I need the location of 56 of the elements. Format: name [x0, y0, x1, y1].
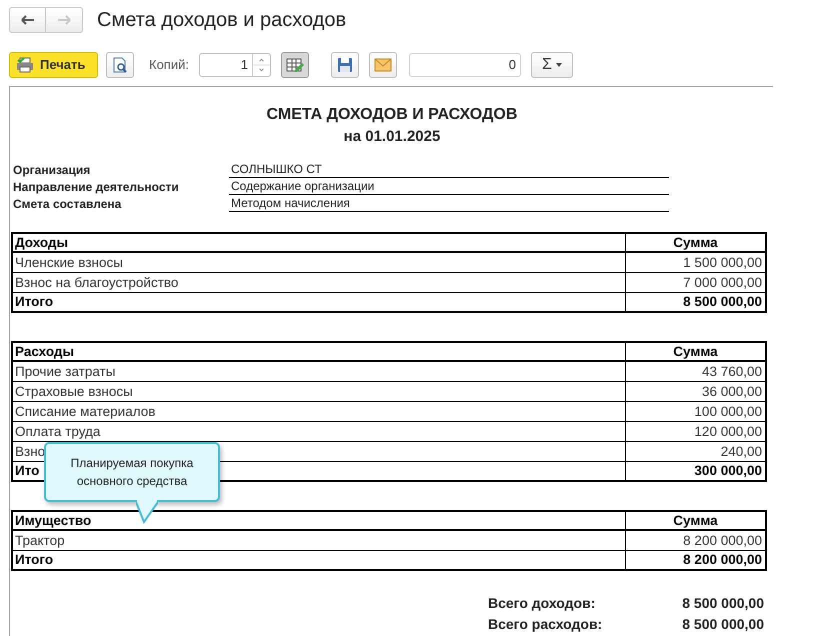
table-cell-text: 43 760,00	[700, 363, 763, 381]
column-header: Расходы	[13, 343, 626, 360]
total-label: Итого	[13, 551, 626, 569]
field-value: Методом начисления	[229, 196, 669, 212]
field-label: Направление деятельности	[12, 179, 180, 195]
table-cell: Страховые взносы	[13, 382, 626, 401]
table-pencil-icon	[286, 57, 304, 73]
total-amount: 8 500 000,00	[682, 293, 763, 311]
back-button[interactable]	[9, 7, 46, 33]
table-cell-text: 100 000,00	[693, 403, 763, 421]
field-label: Смета составлена	[12, 196, 122, 212]
summary-label: Всего доходов:	[488, 594, 596, 609]
email-button[interactable]	[368, 52, 397, 78]
summary-amount: 8 500 000,00	[681, 594, 764, 609]
table-cell: Взнос на благоустройство	[13, 273, 626, 292]
total-amount: 300 000,00	[693, 462, 763, 480]
column-header: Сумма	[672, 512, 719, 529]
sum-field[interactable]: 0	[408, 53, 521, 77]
table-cell: Членские взносы	[13, 253, 626, 272]
column-header: Доходы	[13, 234, 626, 251]
copies-label: Копий:	[149, 56, 189, 74]
table-cell: Прочие затраты	[13, 362, 626, 381]
caret-icon	[556, 63, 562, 67]
total-amount: 8 200 000,00	[682, 551, 763, 569]
table-cell: Списание материалов	[13, 402, 626, 421]
total-label: Итого	[13, 293, 626, 311]
envelope-icon	[374, 58, 392, 72]
table-cell-text: 8 200 000,00	[682, 532, 763, 550]
summary-amount: 8 500 000,00	[681, 615, 764, 630]
tooltip-tail	[136, 500, 158, 524]
copies-spin-field[interactable]: 1	[198, 53, 271, 77]
table-cell: Трактор	[13, 531, 626, 550]
window-title: Смета доходов и расходов	[97, 8, 346, 33]
table-cell-text: 1 500 000,00	[682, 254, 763, 272]
preview-button[interactable]	[106, 52, 134, 78]
report-date: на 01.01.2025	[344, 127, 440, 147]
print-button[interactable]: Печать	[9, 52, 98, 78]
page-magnifier-icon	[112, 57, 128, 73]
left-arrow-icon	[20, 15, 34, 25]
right-arrow-icon	[57, 15, 71, 25]
column-header: Сумма	[672, 234, 719, 251]
field-label: Организация	[12, 162, 92, 178]
table-cell-text: 240,00	[720, 443, 763, 461]
table-cell-text: 7 000 000,00	[682, 274, 763, 292]
edit-table-button[interactable]	[280, 52, 309, 78]
report-title: СМЕТА ДОХОДОВ И РАСХОДОВ	[266, 105, 518, 125]
table-cell-text: 36 000,00	[700, 383, 763, 401]
table-cell-text: 120 000,00	[693, 423, 763, 441]
printer-icon	[16, 57, 34, 73]
field-value: СОЛНЫШКО СТ	[229, 162, 669, 178]
sum-dropdown-button[interactable]: Σ	[530, 52, 573, 78]
field-value: Содержание организации	[229, 179, 669, 195]
column-header: Сумма	[672, 343, 719, 360]
save-button[interactable]	[330, 52, 359, 78]
summary-label: Всего расходов:	[488, 615, 604, 630]
table-cell: Оплата труда	[13, 422, 626, 441]
